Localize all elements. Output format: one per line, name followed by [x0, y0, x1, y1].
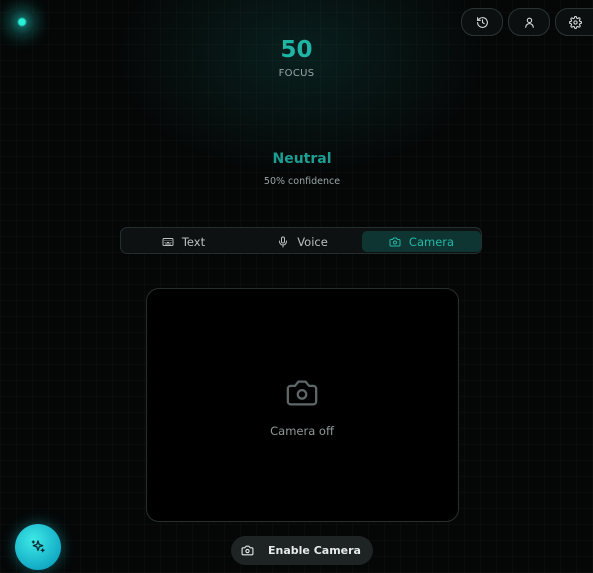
profile-button[interactable]	[508, 8, 550, 36]
camera-icon	[389, 237, 401, 246]
tab-text[interactable]: Text	[124, 231, 243, 252]
emotion-confidence: 50% confidence	[263, 176, 341, 187]
microphone-icon	[279, 236, 288, 247]
enable-camera-label: Enable Camera	[268, 544, 361, 557]
assistant-fab[interactable]	[15, 524, 61, 570]
camera-status: Camera off	[270, 424, 334, 438]
enable-camera-button[interactable]: Enable Camera	[231, 536, 373, 565]
tab-voice-label: Voice	[297, 234, 328, 249]
tab-camera-label: Camera	[408, 234, 455, 249]
emotion-label: Neutral	[272, 151, 332, 167]
focus-score: 50	[280, 37, 313, 63]
keyboard-icon	[162, 237, 174, 246]
status-orb[interactable]	[9, 9, 35, 35]
history-icon	[476, 16, 488, 28]
camera-off-icon	[286, 380, 318, 406]
tab-camera[interactable]: Camera	[362, 231, 481, 252]
history-button[interactable]	[461, 8, 503, 36]
tab-text-label: Text	[181, 234, 206, 249]
sparkles-icon	[31, 540, 45, 553]
settings-button[interactable]	[555, 8, 593, 36]
user-icon	[524, 17, 534, 28]
input-mode-tabs: Text Voice Camera	[120, 227, 482, 254]
camera-icon	[241, 545, 254, 556]
focus-label: FOCUS	[278, 68, 315, 79]
settings-icon	[568, 15, 582, 29]
tab-voice[interactable]: Voice	[243, 231, 362, 252]
